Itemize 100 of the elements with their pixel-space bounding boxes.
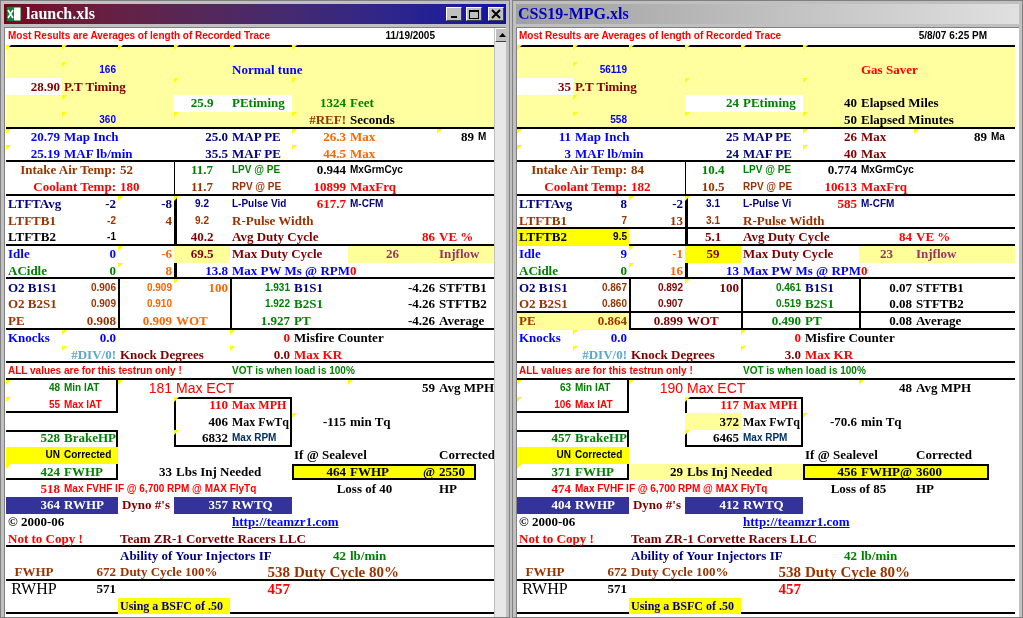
- cell-text: Max: [860, 129, 888, 144]
- cell-text: LTFTB2: [7, 230, 57, 245]
- comment-marker-icon: [685, 396, 690, 402]
- cell-text: 585: [836, 196, 858, 211]
- cell-text: B2S1: [293, 297, 324, 312]
- cell-text: 3.1: [705, 197, 721, 210]
- comment-marker-icon: [292, 111, 297, 117]
- cell-text: RWHP: [521, 581, 569, 598]
- cell-text: Normal tune: [231, 62, 304, 77]
- scrollbar[interactable]: [494, 28, 506, 617]
- comment-marker-icon: [292, 78, 297, 84]
- cell-text: 3.0: [783, 347, 802, 362]
- cell-text: Max MPH: [231, 397, 288, 412]
- cell-text: R-Pulse Width: [231, 213, 315, 228]
- link[interactable]: http://teamzr1.com: [230, 515, 341, 530]
- cell-text: Average: [915, 314, 963, 329]
- cell-text: RWHP: [10, 581, 58, 598]
- cell-text: 3: [563, 146, 572, 161]
- highlighted-cell: Lbs Inj Needed: [685, 463, 803, 481]
- cell-text: 59: [421, 381, 436, 396]
- cell-text: 558: [609, 114, 628, 127]
- comment-marker-icon: [118, 195, 123, 201]
- comment-marker-icon: [573, 61, 578, 67]
- cell-text: 518: [39, 481, 61, 496]
- highlighted-cell: 372: [685, 413, 741, 430]
- cell-text: 538: [777, 564, 802, 581]
- cell-text: Idle: [7, 247, 31, 262]
- comment-marker-icon: [292, 413, 297, 419]
- cell-text: B1S1: [804, 280, 835, 295]
- cell-text: 10613: [823, 180, 858, 195]
- cell-text: 28.90: [6, 78, 62, 95]
- cell-text: 1.922: [263, 298, 291, 311]
- cell-text: LTFTAvg: [7, 196, 63, 211]
- comment-marker-icon: [629, 195, 634, 201]
- comment-marker-icon: [230, 346, 235, 352]
- highlighted-cell: LTFTB2: [517, 229, 573, 246]
- cell-text: MAF PE: [742, 146, 793, 161]
- cell-text: Max: [349, 129, 377, 144]
- cell-text: -4.26: [406, 314, 436, 329]
- cell-text: STFTB1: [438, 280, 488, 295]
- up-arrow-icon: [498, 33, 506, 37]
- cell-text: Max RPM: [231, 432, 278, 445]
- minimize-button[interactable]: [446, 7, 462, 21]
- cell-text: 0: [282, 330, 291, 345]
- cell-text: Max Duty Cycle: [742, 247, 835, 262]
- comment-marker-icon: [685, 279, 690, 285]
- close-button[interactable]: [488, 7, 504, 21]
- cell-text: Max ECT: [686, 380, 747, 396]
- cell-text: 0.867: [600, 281, 628, 294]
- cell-text: 24: [725, 146, 740, 161]
- cell-text: R-Pulse Width: [742, 213, 826, 228]
- highlighted-cell: Corrected: [62, 446, 118, 464]
- cell-text: Avg MPH: [915, 381, 972, 396]
- highlighted-cell: Using a BSFC of .50: [118, 597, 230, 615]
- cell-text: 9.2: [194, 197, 210, 210]
- cell-text: L-Pulse Vi: [742, 197, 793, 210]
- cell-text: P.T Timing: [574, 79, 638, 94]
- cell-text: 9: [619, 247, 628, 262]
- comment-marker-icon: [573, 44, 578, 50]
- cell-text: -2: [106, 214, 117, 227]
- cell-text: PEtiming: [230, 95, 292, 112]
- cell-text: FWHP: [860, 464, 901, 479]
- cell-text: M: [477, 130, 488, 143]
- cell-text: 1.927: [259, 314, 291, 329]
- comment-marker-icon: [62, 329, 67, 335]
- cell-text: 11/19/2005: [384, 30, 436, 43]
- cell-text: MxGrmCyc: [860, 164, 915, 177]
- cell-text: MAF lb/min: [63, 146, 134, 161]
- cell-text: Average: [438, 314, 486, 329]
- cell-text: 25.9: [174, 95, 230, 112]
- scroll-up-button[interactable]: [495, 28, 506, 42]
- cell-text: Elapsed Miles: [860, 96, 940, 111]
- cell-text: 0.774: [826, 163, 858, 178]
- cell-text: 0.944: [315, 163, 347, 178]
- cell-text: 371: [550, 464, 572, 479]
- cell-text: 11: [557, 129, 572, 144]
- cell-text: 0.909: [141, 314, 173, 329]
- cell-text: 10.5: [700, 180, 726, 195]
- cell-text: FWHP: [349, 464, 390, 479]
- cell-text: 6465: [712, 431, 740, 446]
- cell-text: © 2000-06: [7, 515, 66, 530]
- cell-text: STFTB1: [915, 280, 965, 295]
- cell-text: 56119: [598, 63, 628, 76]
- comment-marker-icon: [685, 195, 690, 201]
- cell-text: Intake Air Temp:: [530, 163, 628, 178]
- cell-text: M-CFM: [860, 197, 896, 210]
- cell-text: 10899: [312, 180, 347, 195]
- cell-text: O2 B2S1: [7, 297, 58, 312]
- comment-marker-icon: [174, 195, 179, 201]
- cell-text: If @ Sealevel: [293, 448, 368, 463]
- maximize-button[interactable]: [466, 7, 482, 21]
- cell-text: Max PW Ms @ RPM: [742, 263, 862, 278]
- cell-text: 11.7: [189, 163, 214, 178]
- cell-text: MAF PE: [231, 146, 282, 161]
- cell-text: WOT: [686, 314, 720, 329]
- link[interactable]: http://teamzr1.com: [741, 515, 852, 530]
- cell-text: 457: [266, 581, 291, 598]
- cell-text: 24: [685, 95, 741, 112]
- comment-marker-icon: [62, 44, 67, 50]
- cell-text: 456: [836, 464, 858, 479]
